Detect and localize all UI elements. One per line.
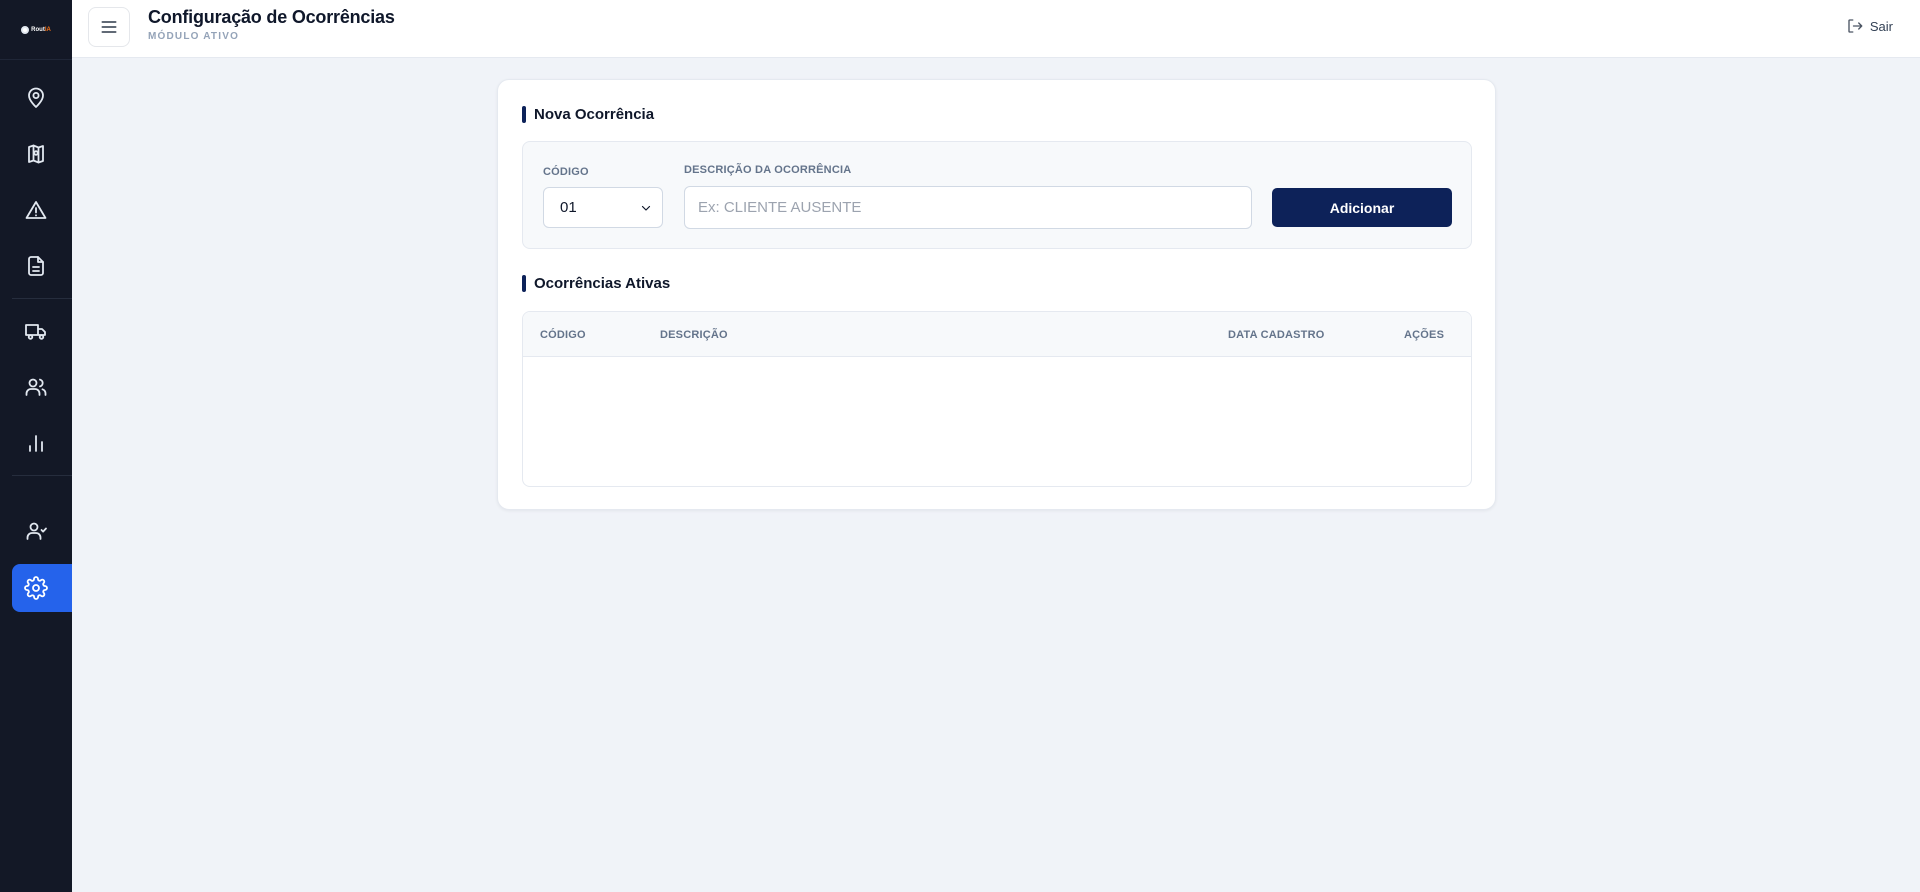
chevron-down-icon: [641, 205, 651, 211]
code-select-value: 01: [560, 199, 577, 216]
heading-accent-bar: [522, 275, 526, 292]
sidebar-divider: [12, 475, 72, 476]
description-input[interactable]: [684, 186, 1252, 229]
logout-icon: [1848, 19, 1863, 33]
sidebar-divider: [12, 298, 72, 299]
column-header-created-date[interactable]: DATA CADASTRO: [1228, 329, 1325, 341]
user-check-icon: [26, 522, 47, 540]
description-label: DESCRIÇÃO DA OCORRÊNCIA: [684, 164, 852, 176]
logo-accent: IA: [44, 26, 51, 33]
occurrences-card: Nova Ocorrência CÓDIGO 01 DESCRIÇÃO DA O…: [497, 79, 1496, 510]
page-title: Configuração de Ocorrências: [148, 7, 395, 27]
hamburger-icon: [101, 21, 117, 33]
add-occurrence-button[interactable]: Adicionar: [1272, 188, 1452, 227]
sidebar-item-fleet[interactable]: [12, 308, 72, 354]
column-header-actions[interactable]: AÇÕES: [1404, 329, 1444, 341]
new-occurrence-heading: Nova Ocorrência: [522, 106, 654, 123]
new-occurrence-title: Nova Ocorrência: [534, 106, 655, 123]
active-occurrences-title: Ocorrências Ativas: [534, 275, 671, 292]
alert-triangle-icon: [25, 201, 47, 219]
heading-accent-bar: [522, 106, 526, 123]
active-occurrences-heading: Ocorrências Ativas: [522, 275, 670, 292]
logout-label: Sair: [1869, 18, 1893, 34]
document-icon: [28, 256, 44, 276]
column-header-description[interactable]: DESCRIÇÃO: [660, 329, 728, 341]
settings-icon: [24, 576, 48, 600]
column-header-code[interactable]: CÓDIGO: [540, 329, 586, 341]
bar-chart-icon: [29, 435, 43, 452]
page-subtitle: MÓDULO ATIVO: [148, 31, 240, 42]
table-header: CÓDIGO DESCRIÇÃO DATA CADASTRO AÇÕES: [523, 312, 1471, 357]
logo-mark-icon: [21, 25, 30, 34]
map-icon: [28, 144, 44, 164]
code-select[interactable]: 01: [543, 187, 663, 228]
sidebar: RoutIA: [0, 0, 72, 892]
map-pin-icon: [28, 87, 44, 108]
logo[interactable]: RoutIA: [0, 0, 72, 60]
sidebar-item-alerts[interactable]: [12, 187, 72, 233]
logout-button[interactable]: Sair: [1846, 17, 1893, 35]
logo-text: Rout: [31, 26, 45, 33]
code-label: CÓDIGO: [543, 166, 589, 178]
sidebar-item-reports[interactable]: [12, 420, 72, 466]
users-icon: [25, 378, 47, 396]
top-header: Configuração de Ocorrências MÓDULO ATIVO…: [72, 0, 1920, 58]
truck-icon: [25, 324, 46, 340]
sidebar-item-locations[interactable]: [12, 75, 72, 121]
sidebar-item-documents[interactable]: [12, 243, 72, 289]
occurrences-table: CÓDIGO DESCRIÇÃO DATA CADASTRO AÇÕES: [522, 311, 1472, 487]
sidebar-item-settings[interactable]: [12, 564, 72, 612]
sidebar-item-map[interactable]: [12, 131, 72, 177]
sidebar-item-users[interactable]: [12, 364, 72, 410]
sidebar-item-user-permissions[interactable]: [12, 508, 72, 554]
menu-toggle-button[interactable]: [88, 7, 130, 47]
new-occurrence-form: CÓDIGO 01 DESCRIÇÃO DA OCORRÊNCIA Adicio…: [522, 141, 1472, 249]
